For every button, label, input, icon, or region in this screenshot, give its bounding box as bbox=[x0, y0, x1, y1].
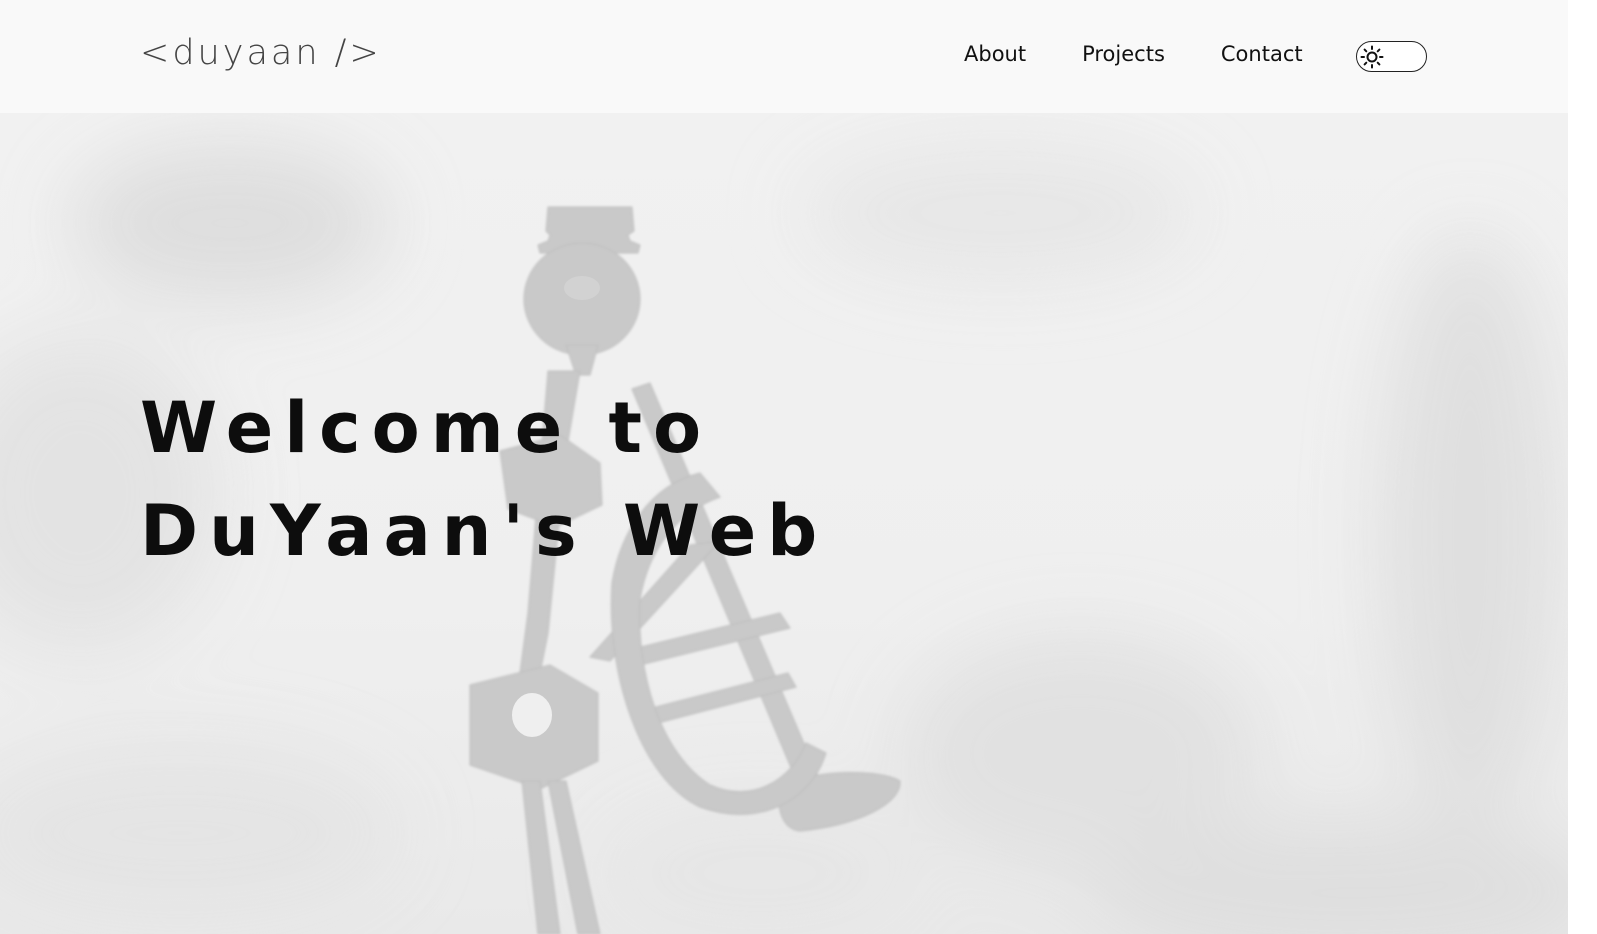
nav-links: About Projects Contact bbox=[964, 42, 1359, 66]
navbar: <duyaan /> About Projects Contact bbox=[0, 0, 1568, 113]
sun-icon bbox=[1359, 44, 1385, 70]
hero-title: Welcome to DuYaan's Web bbox=[140, 377, 828, 583]
page: <duyaan /> About Projects Contact Welcom… bbox=[0, 0, 1597, 934]
hero-title-line-2: DuYaan's Web bbox=[140, 490, 829, 572]
nav-link-about[interactable]: About bbox=[964, 42, 1026, 66]
nav-link-projects[interactable]: Projects bbox=[1082, 42, 1165, 66]
scrollbar[interactable] bbox=[1568, 0, 1597, 934]
nav-link-contact[interactable]: Contact bbox=[1221, 42, 1303, 66]
site-logo[interactable]: <duyaan /> bbox=[140, 33, 382, 73]
theme-toggle[interactable] bbox=[1356, 41, 1427, 72]
hero-section: Welcome to DuYaan's Web bbox=[0, 113, 1568, 934]
hero-title-line-1: Welcome to bbox=[140, 387, 713, 469]
